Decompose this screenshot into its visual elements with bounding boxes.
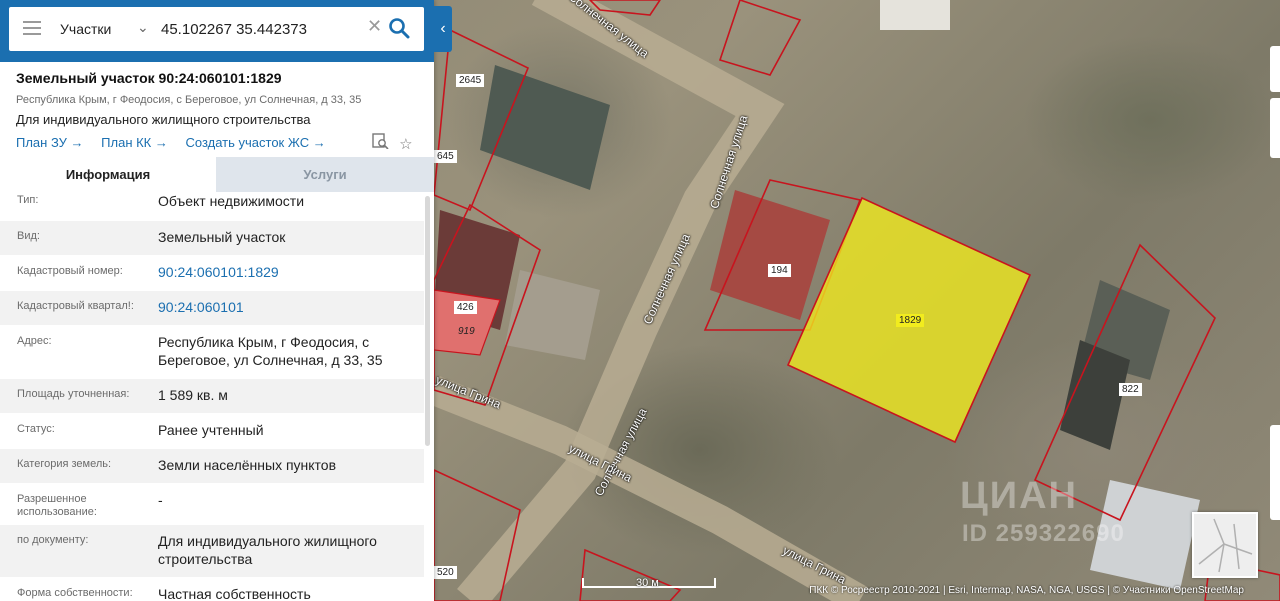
row-key: Площадь уточненная: (17, 388, 130, 400)
row-value: 1 589 кв. м (158, 387, 228, 403)
minimap-roads-icon (1198, 518, 1253, 573)
row-key: Статус: (17, 423, 55, 435)
row-value: Объект недвижимости (158, 193, 305, 209)
info-panel: Участки ⌄ ✕ Земельный участок 90:24:0601… (0, 0, 434, 601)
info-table: Тип: Объект недвижимости Вид: Земельный уча… (0, 192, 424, 601)
scale-label: 30 м (636, 577, 659, 589)
row-key: Вид: (17, 230, 40, 242)
map-tool-button[interactable] (1270, 56, 1280, 92)
map-tool-button[interactable] (1270, 98, 1280, 158)
row-key: Форма собственности: (17, 587, 133, 599)
search-type-select[interactable]: Участки (60, 21, 111, 37)
parcel-label-520[interactable]: 520 (434, 566, 457, 579)
row-key: Кадастровый квартал!: (17, 300, 134, 312)
building (710, 190, 830, 320)
parcel-919 (433, 289, 501, 356)
tab-information[interactable]: Информация (0, 157, 216, 192)
menu-icon[interactable] (23, 21, 41, 37)
row-key: Тип: (17, 194, 39, 206)
parcel-actions: ☆ (372, 133, 413, 153)
row-key: Кадастровый номер: (17, 265, 123, 277)
search-box: Участки ⌄ ✕ (9, 7, 424, 51)
row-key: Разрешенное использование: (17, 493, 97, 518)
table-row: Форма собственности: Частная собственност… (0, 578, 424, 601)
parcel-purpose: Для индивидуального жилищного строительс… (16, 112, 311, 127)
row-value: Для индивидуального жилищного строительс… (158, 533, 377, 567)
parcel-label-2645[interactable]: 2645 (456, 74, 485, 87)
table-row: Площадь уточненная: 1 589 кв. м (0, 379, 424, 414)
row-value: Ранее учтенный (158, 422, 264, 438)
scrollbar[interactable] (425, 196, 430, 446)
row-value: Республика Крым, г Феодосия, с Береговое… (158, 334, 383, 368)
search-doc-icon[interactable] (372, 133, 393, 153)
row-value: Земельный участок (158, 229, 286, 245)
plan-zu-link[interactable]: План ЗУ → (16, 135, 84, 150)
row-value[interactable]: 90:24:060101 (158, 291, 424, 323)
row-value: - (158, 492, 163, 508)
table-row: Кадастровый номер: 90:24:060101:1829 (0, 256, 424, 291)
map-attribution: ПКК © Росреестр 2010-2021 | Esri, Interm… (809, 585, 1244, 596)
building (505, 270, 600, 360)
table-row: Адрес: Республика Крым, г Феодосия, с Бер… (0, 326, 424, 379)
parcel-label-1829[interactable]: 1829 (896, 314, 925, 327)
clear-icon[interactable]: ✕ (367, 16, 382, 37)
search-icon[interactable] (388, 17, 410, 39)
tabs: Информация Услуги (0, 157, 434, 192)
parcel-title: Земельный участок 90:24:060101:1829 (16, 70, 282, 86)
parcel-label-194[interactable]: 194 (768, 264, 791, 277)
watermark: ЦИАН (960, 475, 1078, 517)
row-value: Земли населённых пунктов (158, 457, 337, 473)
star-icon[interactable]: ☆ (399, 136, 412, 153)
collapse-panel-button[interactable]: ‹ (434, 6, 452, 52)
row-key: по документу: (17, 534, 89, 546)
create-zs-link[interactable]: Создать участок ЖС → (186, 135, 326, 150)
minimap[interactable] (1192, 512, 1258, 578)
search-input[interactable] (161, 18, 361, 40)
map-tool-button[interactable] (1270, 425, 1280, 520)
table-row: Статус: Ранее учтенный (0, 414, 424, 449)
building (480, 65, 610, 190)
tab-services[interactable]: Услуги (216, 157, 434, 192)
parcel-label-645[interactable]: 645 (434, 150, 457, 163)
table-row: по документу: Для индивидуального жилищно… (0, 525, 424, 578)
parcel-label-919[interactable]: 919 (455, 325, 478, 338)
table-row: Тип: Объект недвижимости (0, 192, 424, 221)
table-row: Вид: Земельный участок (0, 221, 424, 256)
parcel-address: Республика Крым, г Феодосия, с Береговое… (16, 94, 362, 106)
table-row: Разрешенное использование: - (0, 484, 424, 525)
parcel-label-426[interactable]: 426 (454, 301, 477, 314)
parcel-label-822[interactable]: 822 (1119, 383, 1142, 396)
table-row: Кадастровый квартал!: 90:24:060101 (0, 291, 424, 326)
chevron-down-icon[interactable]: ⌄ (137, 19, 149, 36)
row-key: Адрес: (17, 335, 52, 347)
plan-kk-link[interactable]: План КК → (101, 135, 168, 150)
row-key: Категория земель: (17, 458, 112, 470)
table-row: Категория земель: Земли населённых пункто… (0, 449, 424, 484)
watermark-id: ID 259322690 (962, 520, 1125, 547)
row-value: Частная собственность (158, 586, 311, 601)
search-bar: Участки ⌄ ✕ (0, 0, 434, 62)
row-value[interactable]: 90:24:060101:1829 (158, 256, 424, 288)
parcel-links: План ЗУ → План КК → Создать участок ЖС → (16, 135, 340, 150)
building (880, 0, 950, 30)
